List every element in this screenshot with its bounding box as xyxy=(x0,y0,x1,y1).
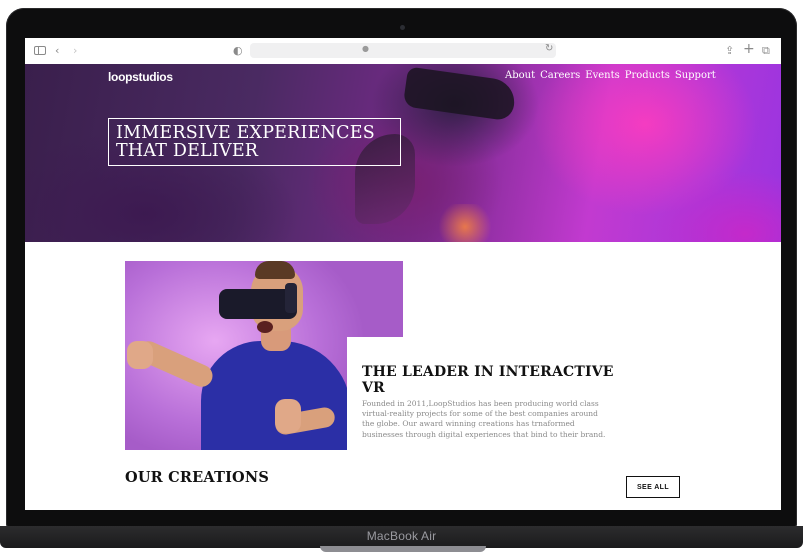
camera-icon xyxy=(400,25,405,30)
plus-icon[interactable]: + xyxy=(743,42,755,56)
address-bar[interactable]: ● ↻ xyxy=(250,43,556,58)
intro-image-headset-strap xyxy=(285,283,297,313)
see-all-button[interactable]: SEE ALL xyxy=(626,476,680,498)
lock-icon: ● xyxy=(362,44,369,53)
nav-item-events[interactable]: Events xyxy=(585,70,619,81)
nav-item-careers[interactable]: Careers xyxy=(540,70,580,81)
nav-item-support[interactable]: Support xyxy=(675,70,716,81)
intro-image-hair xyxy=(255,261,295,279)
intro-text-block: THE LEADER IN INTERACTIVE VR Founded in … xyxy=(362,364,622,440)
laptop-frame: MacBook Air ‹ › ◐ ● ↻ ⇪ + ⧉ loopstudios … xyxy=(0,0,803,560)
hero-title-line-2: THAT DELIVER xyxy=(116,141,259,161)
nav-item-products[interactable]: Products xyxy=(625,70,670,81)
hero-section: loopstudios About Careers Events Product… xyxy=(25,64,781,242)
hero-image-glow xyxy=(435,204,495,242)
hero-image-headset xyxy=(402,66,518,122)
intro-image-right-hand xyxy=(275,399,301,433)
hero-title-box: IMMERSIVE EXPERIENCES THAT DELIVER xyxy=(108,118,401,166)
browser-toolbar: ‹ › ◐ ● ↻ ⇪ + ⧉ xyxy=(25,38,781,65)
reload-icon[interactable]: ↻ xyxy=(545,43,553,54)
tabs-overview-icon[interactable]: ⧉ xyxy=(762,44,770,58)
intro-heading: THE LEADER IN INTERACTIVE VR xyxy=(362,364,614,396)
main-nav: About Careers Events Products Support xyxy=(505,70,716,81)
model-label: MacBook Air xyxy=(366,529,437,543)
intro-body: Founded in 2011,LoopStudios has been pro… xyxy=(362,399,606,439)
shield-icon[interactable]: ◐ xyxy=(233,44,243,58)
screen: ‹ › ◐ ● ↻ ⇪ + ⧉ loopstudios About Career… xyxy=(25,38,781,510)
sidebar-toggle-icon[interactable] xyxy=(34,46,46,55)
chevron-right-icon[interactable]: › xyxy=(73,44,77,58)
chevron-left-icon[interactable]: ‹ xyxy=(55,44,59,58)
intro-image-left-hand xyxy=(127,341,153,369)
share-icon[interactable]: ⇪ xyxy=(725,44,734,58)
creations-heading: OUR CREATIONS xyxy=(125,469,270,486)
hero-title-line-1: IMMERSIVE EXPERIENCES xyxy=(116,123,375,143)
laptop-hinge xyxy=(320,546,486,552)
nav-item-about[interactable]: About xyxy=(505,70,535,81)
intro-image-shirt xyxy=(201,341,351,450)
site-logo[interactable]: loopstudios xyxy=(108,70,173,84)
intro-image-mouth xyxy=(257,321,273,333)
